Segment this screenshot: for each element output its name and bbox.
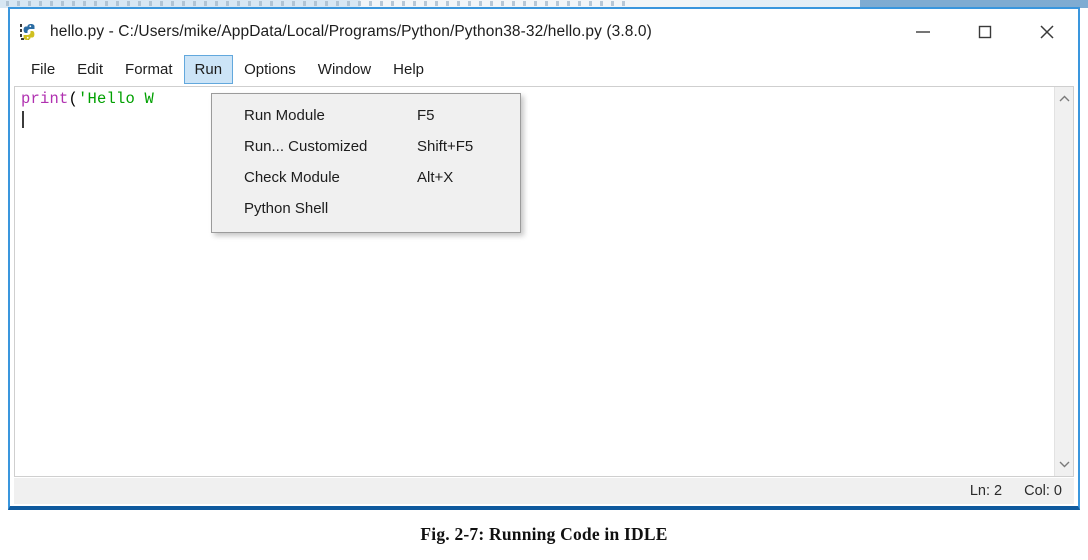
- text-caret: [22, 111, 24, 128]
- menu-item-check-module-accelerator: Alt+X: [417, 169, 453, 186]
- statusbar: Ln: 2 Col: 0: [14, 478, 1074, 504]
- status-column-indicator: Col: 0: [1024, 483, 1062, 499]
- menu-options-label: Options: [244, 61, 296, 78]
- menu-run-label: Run: [195, 61, 223, 78]
- code-line-1: print('Hello W: [21, 90, 1054, 109]
- python-idle-icon: [18, 21, 40, 43]
- window-controls: [892, 9, 1078, 55]
- maximize-button[interactable]: [954, 9, 1016, 55]
- menu-item-check-module[interactable]: Check Module Alt+X: [212, 162, 520, 193]
- scroll-up-arrow-icon[interactable]: [1055, 91, 1074, 107]
- menu-options[interactable]: Options: [233, 55, 307, 84]
- menu-item-run-customized[interactable]: Run... Customized Shift+F5: [212, 131, 520, 162]
- menu-item-run-customized-accelerator: Shift+F5: [417, 138, 473, 155]
- menu-item-python-shell[interactable]: Python Shell: [212, 193, 520, 224]
- menubar: File Edit Format Run Options Window Help: [10, 55, 1078, 84]
- menu-file[interactable]: File: [20, 55, 66, 84]
- figure-caption: Fig. 2-7: Running Code in IDLE: [0, 524, 1088, 545]
- menu-item-run-customized-label: Run... Customized: [244, 138, 367, 155]
- code-text-area[interactable]: print('Hello W: [15, 87, 1054, 476]
- menu-item-check-module-label: Check Module: [244, 169, 340, 186]
- code-token-paren: (: [69, 90, 79, 108]
- code-token-function: print: [21, 90, 69, 108]
- menu-edit-label: Edit: [77, 61, 103, 78]
- idle-editor-window: hello.py - C:/Users/mike/AppData/Local/P…: [8, 7, 1080, 510]
- menu-item-run-module-accelerator: F5: [417, 107, 435, 124]
- code-token-string: 'Hello W: [78, 90, 154, 108]
- menu-item-python-shell-label: Python Shell: [244, 200, 328, 217]
- background-window-tabs: [6, 1, 626, 6]
- maximize-icon: [974, 23, 996, 41]
- menu-run[interactable]: Run: [184, 55, 234, 84]
- menu-item-run-module-label: Run Module: [244, 107, 325, 124]
- vertical-scrollbar[interactable]: [1054, 87, 1073, 476]
- minimize-button[interactable]: [892, 9, 954, 55]
- editor-panel: print('Hello W: [14, 86, 1074, 477]
- menu-help-label: Help: [393, 61, 424, 78]
- window-titlebar: hello.py - C:/Users/mike/AppData/Local/P…: [10, 9, 1078, 55]
- menu-item-run-module[interactable]: Run Module F5: [212, 100, 520, 131]
- menu-window-label: Window: [318, 61, 371, 78]
- close-button[interactable]: [1016, 9, 1078, 55]
- menu-help[interactable]: Help: [382, 55, 435, 84]
- menu-format-label: Format: [125, 61, 173, 78]
- window-title: hello.py - C:/Users/mike/AppData/Local/P…: [50, 23, 652, 41]
- menu-edit[interactable]: Edit: [66, 55, 114, 84]
- menu-window[interactable]: Window: [307, 55, 382, 84]
- menu-format[interactable]: Format: [114, 55, 184, 84]
- close-icon: [1036, 23, 1058, 41]
- status-line-indicator: Ln: 2: [970, 483, 1002, 499]
- menu-file-label: File: [31, 61, 55, 78]
- run-dropdown-menu: Run Module F5 Run... Customized Shift+F5…: [211, 93, 521, 233]
- minimize-icon: [912, 26, 934, 38]
- scroll-down-arrow-icon[interactable]: [1055, 456, 1074, 472]
